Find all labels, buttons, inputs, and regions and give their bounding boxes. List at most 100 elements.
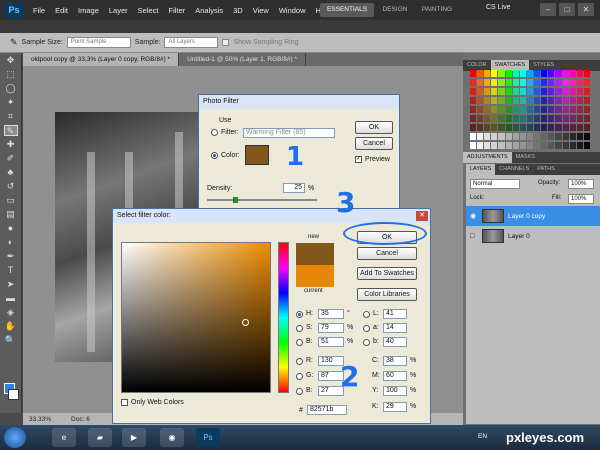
swatch-cell[interactable]	[562, 70, 569, 77]
swatch-cell[interactable]	[534, 133, 541, 140]
eraser-tool-icon[interactable]: ▭	[4, 195, 18, 206]
menu-layer[interactable]: Layer	[104, 6, 133, 15]
swatch-cell[interactable]	[512, 124, 519, 131]
close-icon[interactable]: ✕	[416, 211, 428, 221]
media-player-icon[interactable]: ▶	[122, 428, 146, 447]
swatch-cell[interactable]	[470, 142, 477, 149]
hex-field[interactable]: 82571b	[307, 405, 347, 415]
swatch-cell[interactable]	[576, 79, 583, 86]
swatch-cell[interactable]	[548, 88, 555, 95]
swatch-cell[interactable]	[534, 106, 541, 113]
swatch-cell[interactable]	[569, 88, 576, 95]
swatch-cell[interactable]	[541, 70, 548, 77]
sample-size-select[interactable]: Point Sample	[66, 37, 131, 48]
quick-select-tool-icon[interactable]: ✦	[4, 97, 18, 108]
swatch-cell[interactable]	[505, 133, 512, 140]
swatch-cell[interactable]	[498, 115, 505, 122]
start-button[interactable]	[4, 427, 26, 448]
swatch-cell[interactable]	[576, 124, 583, 131]
swatch-cell[interactable]	[583, 124, 590, 131]
shape-tool-icon[interactable]: ▬	[4, 293, 18, 304]
y-field[interactable]: 100	[383, 386, 407, 396]
swatch-cell[interactable]	[569, 124, 576, 131]
swatch-cell[interactable]	[491, 124, 498, 131]
swatch-cell[interactable]	[548, 133, 555, 140]
eyedropper-icon[interactable]: ✎	[10, 37, 18, 48]
swatch-cell[interactable]	[470, 115, 477, 122]
swatch-cell[interactable]	[484, 97, 491, 104]
swatch-cell[interactable]	[569, 70, 576, 77]
color-field[interactable]	[121, 242, 271, 393]
background-color-swatch[interactable]	[8, 389, 19, 400]
swatch-cell[interactable]	[519, 115, 526, 122]
show-ring-checkbox[interactable]	[222, 39, 230, 46]
swatch-cell[interactable]	[569, 133, 576, 140]
swatch-cell[interactable]	[548, 79, 555, 86]
healing-tool-icon[interactable]: ✚	[4, 139, 18, 150]
eyedropper-tool-icon[interactable]: ✎	[3, 125, 18, 136]
layer-row[interactable]: ◉ Layer 0 copy	[466, 206, 600, 226]
pen-tool-icon[interactable]: ✒	[4, 251, 18, 262]
swatch-cell[interactable]	[548, 97, 555, 104]
cancel-button[interactable]: Cancel	[355, 137, 393, 150]
swatch-cell[interactable]	[491, 133, 498, 140]
b-radio[interactable]	[296, 339, 303, 346]
s-field[interactable]: 79	[318, 323, 344, 333]
preview-checkbox[interactable]: ✓	[355, 156, 362, 163]
workspace-design[interactable]: DESIGN	[378, 3, 412, 17]
swatch-cell[interactable]	[512, 115, 519, 122]
swatch-cell[interactable]	[470, 70, 477, 77]
type-tool-icon[interactable]: T	[4, 265, 18, 276]
swatch-cell[interactable]	[491, 106, 498, 113]
swatch-cell[interactable]	[583, 70, 590, 77]
swatch-cell[interactable]	[541, 124, 548, 131]
swatch-cell[interactable]	[470, 79, 477, 86]
swatch-cell[interactable]	[526, 115, 534, 122]
s-radio[interactable]	[296, 325, 303, 332]
swatch-cell[interactable]	[555, 133, 562, 140]
layer-row[interactable]: □ Layer 0	[466, 226, 600, 246]
swatch-cell[interactable]	[484, 142, 491, 149]
swatch-cell[interactable]	[534, 97, 541, 104]
swatch-cell[interactable]	[548, 106, 555, 113]
tab-layers[interactable]: LAYERS	[466, 164, 496, 175]
swatch-cell[interactable]	[470, 133, 477, 140]
density-slider-thumb[interactable]	[233, 197, 238, 203]
swatch-cell[interactable]	[484, 70, 491, 77]
h-radio[interactable]	[296, 311, 303, 318]
filter-color-swatch[interactable]	[245, 145, 269, 165]
swatch-cell[interactable]	[498, 142, 505, 149]
r-radio[interactable]	[296, 358, 303, 365]
swatch-cell[interactable]	[491, 97, 498, 104]
density-field[interactable]: 25	[283, 183, 305, 193]
only-web-colors-checkbox[interactable]	[121, 399, 128, 406]
dodge-tool-icon[interactable]: ◐	[4, 237, 18, 248]
swatch-cell[interactable]	[519, 88, 526, 95]
swatch-cell[interactable]	[484, 88, 491, 95]
swatch-cell[interactable]	[534, 142, 541, 149]
brush-tool-icon[interactable]: ✐	[4, 153, 18, 164]
swatch-cell[interactable]	[498, 88, 505, 95]
swatch-cell[interactable]	[512, 70, 519, 77]
swatch-cell[interactable]	[526, 88, 534, 95]
menu-select[interactable]: Select	[133, 6, 164, 15]
marquee-tool-icon[interactable]: ⬚	[4, 69, 18, 80]
close-icon[interactable]: ✕	[578, 3, 594, 16]
swatch-cell[interactable]	[562, 124, 569, 131]
swatch-cell[interactable]	[569, 79, 576, 86]
swatch-cell[interactable]	[519, 124, 526, 131]
swatch-cell[interactable]	[562, 115, 569, 122]
color-picker-ring[interactable]	[242, 319, 249, 326]
hand-tool-icon[interactable]: ✋	[4, 321, 18, 332]
swatch-cell[interactable]	[470, 106, 477, 113]
eye-icon[interactable]: □	[470, 233, 474, 240]
swatch-cell[interactable]	[498, 79, 505, 86]
swatch-cell[interactable]	[562, 106, 569, 113]
swatch-cell[interactable]	[576, 106, 583, 113]
fill-field[interactable]: 100%	[568, 194, 594, 204]
l-radio[interactable]	[363, 311, 370, 318]
swatch-cell[interactable]	[477, 88, 484, 95]
a-field[interactable]: 14	[383, 323, 407, 333]
swatch-cell[interactable]	[526, 133, 534, 140]
swatch-cell[interactable]	[583, 115, 590, 122]
